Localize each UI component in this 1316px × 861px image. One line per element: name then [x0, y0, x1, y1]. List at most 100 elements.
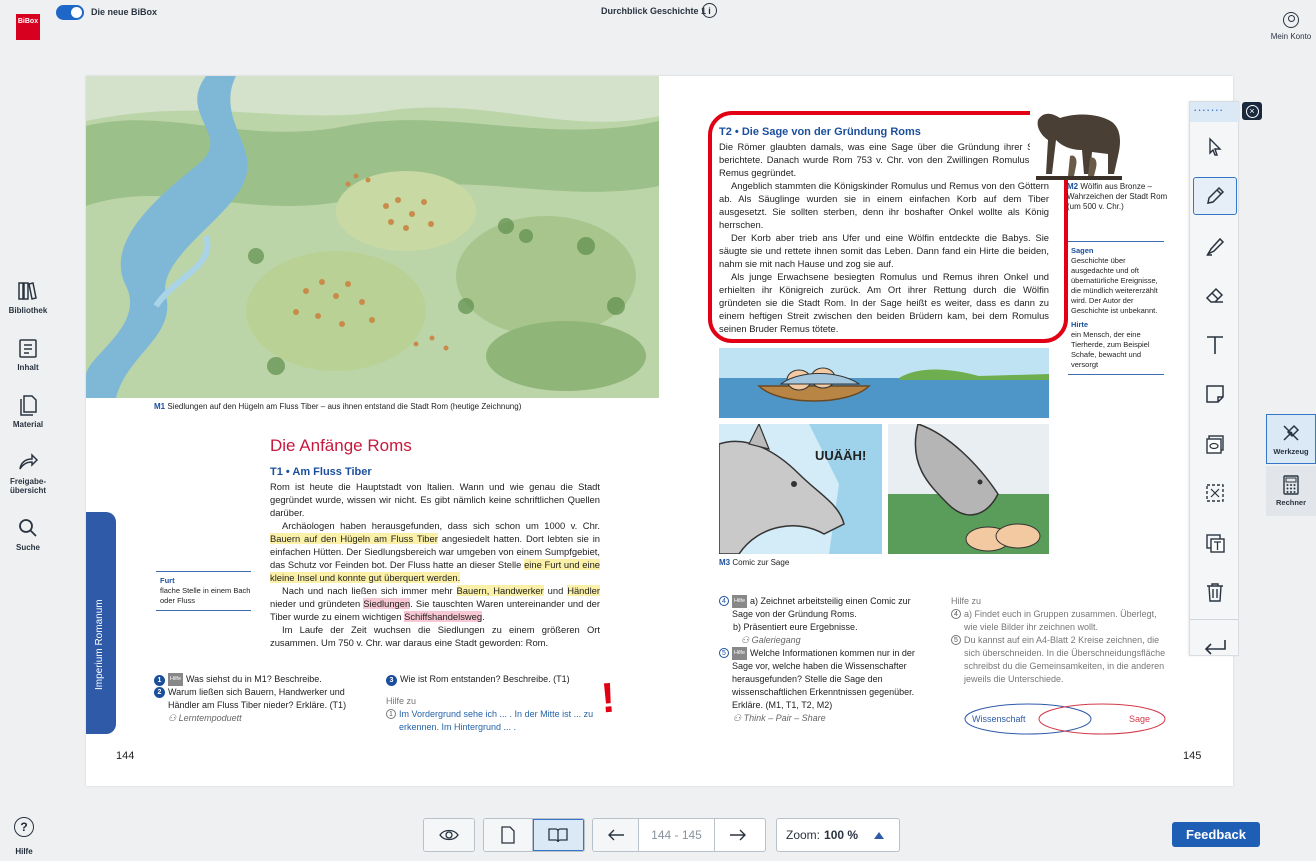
arrow-left-icon: [607, 829, 624, 841]
account-button[interactable]: Mein Konto: [1266, 12, 1316, 41]
page-indicator[interactable]: 144 - 145: [639, 819, 715, 851]
trash-icon: [1207, 583, 1223, 602]
highlight-handwerker[interactable]: Bauern, Handwerker: [456, 585, 544, 596]
highlight-bauern[interactable]: Bauern auf den Hügeln am Fluss Tiber: [270, 533, 438, 544]
t1-paragraph-3: Nach und nach ließen sich immer mehr Bau…: [270, 585, 601, 622]
share-icon: [19, 453, 39, 470]
nav-suche[interactable]: Suche: [0, 517, 56, 552]
tools-icon: [1283, 424, 1300, 441]
new-bibox-toggle[interactable]: [56, 5, 84, 20]
drawing-toolbar: [1189, 101, 1240, 656]
toolbar-drag-handle[interactable]: [1190, 102, 1240, 122]
m1-caption: M1 Siedlungen auf den Hügeln am Fluss Ti…: [154, 402, 522, 411]
m3-caption: M3 Comic zur Sage: [719, 558, 790, 567]
m3-comic-wolf-panel: UUÄÄH!: [719, 424, 882, 554]
preview-button[interactable]: [424, 819, 474, 851]
venn-right-label: Sage: [1129, 714, 1150, 724]
t1-heading: T1 • Am Fluss Tiber: [270, 466, 372, 478]
book-spread[interactable]: M1 Siedlungen auf den Hügeln am Fluss Ti…: [86, 76, 1233, 786]
close-icon: ×: [1245, 104, 1259, 118]
left-page-text: Die Anfänge Roms T1 • Am Fluss Tiber Rom…: [270, 436, 601, 649]
toolbar-close-button[interactable]: ×: [1242, 102, 1262, 120]
m2-caption: M2 Wölfin aus Bronze – Wahrzeichen der S…: [1067, 182, 1168, 211]
venn-diagram: Wissenschaft Sage: [964, 703, 1166, 735]
highlight-schiffshandelsweg[interactable]: Schiffshandelsweg: [404, 611, 483, 622]
task-5-method: ⚇ Think – Pair – Share: [733, 713, 826, 724]
feedback-button[interactable]: Feedback: [1172, 822, 1260, 847]
red-annotation-exclamation[interactable]: !: [599, 674, 616, 723]
tool-copy-text[interactable]: [1190, 518, 1240, 568]
account-label: Mein Konto: [1270, 32, 1312, 41]
t1-paragraph-2: Archäologen haben herausgefunden, dass s…: [270, 520, 601, 583]
pencil-icon: [1207, 187, 1225, 205]
open-book-icon: [548, 828, 568, 843]
tool-pointer[interactable]: [1190, 122, 1240, 172]
info-icon[interactable]: i: [702, 3, 717, 18]
rechner-button[interactable]: Rechner: [1266, 466, 1316, 516]
venn-left-label: Wissenschaft: [972, 714, 1026, 724]
hint-4: 4 a) Findet euch in Gruppen zusammen. Übe…: [951, 608, 1166, 634]
pointer-icon: [1209, 137, 1222, 156]
tool-sticky-note[interactable]: [1190, 370, 1240, 420]
bibox-logo[interactable]: BiBox: [16, 14, 40, 40]
toggle-label: Die neue BiBox: [91, 7, 158, 17]
eraser-icon: [1205, 288, 1224, 303]
previous-page-button[interactable]: [593, 819, 639, 851]
right-tasks: 4 Hilfe a) Zeichnet arbeitsteilig einen Co…: [719, 595, 921, 725]
tool-cover[interactable]: [1190, 419, 1240, 469]
nav-material[interactable]: Material: [0, 394, 56, 429]
tool-text[interactable]: [1190, 320, 1240, 370]
nav-bibliothek[interactable]: Bibliothek: [0, 280, 56, 315]
view-mode-group: [423, 818, 475, 852]
nav-inhalt[interactable]: Inhalt: [0, 337, 56, 372]
side-panel: Werkzeug Rechner: [1266, 414, 1316, 518]
task-5: 5 Hilfe Welche Informationen kommen nur in…: [719, 647, 921, 712]
contents-icon: [19, 339, 37, 358]
page-number-right: 145: [1183, 750, 1202, 762]
library-icon: [18, 282, 37, 300]
chapter-tab: Imperium Romanum: [86, 512, 116, 734]
task-4b: b) Präsentiert eure Ergebnisse.: [733, 622, 858, 633]
tool-undo[interactable]: [1190, 622, 1240, 672]
werkzeug-button[interactable]: Werkzeug: [1266, 414, 1316, 464]
task-1: 1 Hilfe Was siehst du in M1? Beschreibe.: [154, 673, 354, 687]
tool-pencil[interactable]: [1190, 172, 1240, 222]
material-icon: [20, 395, 37, 416]
tool-marker[interactable]: [1190, 221, 1240, 271]
copy-text-icon: [1206, 534, 1225, 553]
book-title: Durchblick Geschichte 1: [601, 6, 707, 16]
next-page-button[interactable]: [715, 819, 761, 851]
tool-delete[interactable]: [1190, 568, 1240, 618]
highlight-haendler[interactable]: Händler: [567, 585, 601, 596]
tool-eraser[interactable]: [1190, 271, 1240, 321]
task-4a: 4 Hilfe a) Zeichnet arbeitsteilig einen Co…: [719, 595, 921, 621]
crop-icon: [1206, 484, 1224, 502]
single-page-icon: [501, 826, 515, 844]
m2-wolf-statue-image: [1030, 96, 1126, 180]
undo-icon: [1204, 639, 1226, 655]
help-button[interactable]: ? Hilfe: [0, 817, 48, 859]
caret-up-icon[interactable]: [874, 831, 885, 839]
m1-landscape-image: [86, 76, 659, 398]
glossary-right: Sagen Geschichte über ausgedachte und of…: [1068, 241, 1164, 375]
arrow-right-icon: [730, 829, 746, 841]
tool-crop[interactable]: [1190, 469, 1240, 519]
task-2: 2 Warum ließen sich Bauern, Handwerker un…: [154, 686, 354, 712]
search-icon: [19, 519, 37, 537]
single-page-button[interactable]: [484, 819, 533, 851]
highlight-siedlungen[interactable]: Siedlungen: [363, 598, 411, 609]
t1-paragraph-4: Im Laufe der Zeit wuchsen die Siedlungen…: [270, 624, 600, 648]
page-number-left: 144: [116, 750, 135, 762]
hint-1: 1 Im Vordergrund sehe ich ... . In der Mi…: [386, 708, 606, 734]
task-2-method: ⚇ Lerntempoduett: [168, 713, 242, 724]
page-title: Die Anfänge Roms: [270, 436, 412, 455]
sticky-note-icon: [1206, 385, 1224, 403]
nav-freigabe[interactable]: Freigabe-übersicht: [0, 451, 56, 495]
hint-title-right: Hilfe zu: [951, 596, 982, 606]
double-page-button[interactable]: [532, 819, 584, 851]
red-annotation-outline[interactable]: [708, 111, 1068, 343]
task-4-method: ⚇ Galeriegang: [741, 635, 801, 646]
hint-title: Hilfe zu: [386, 696, 417, 706]
zoom-control[interactable]: Zoom: 100 %: [776, 818, 900, 852]
top-bar: BiBox Die neue BiBox Durchblick Geschich…: [0, 0, 1316, 48]
